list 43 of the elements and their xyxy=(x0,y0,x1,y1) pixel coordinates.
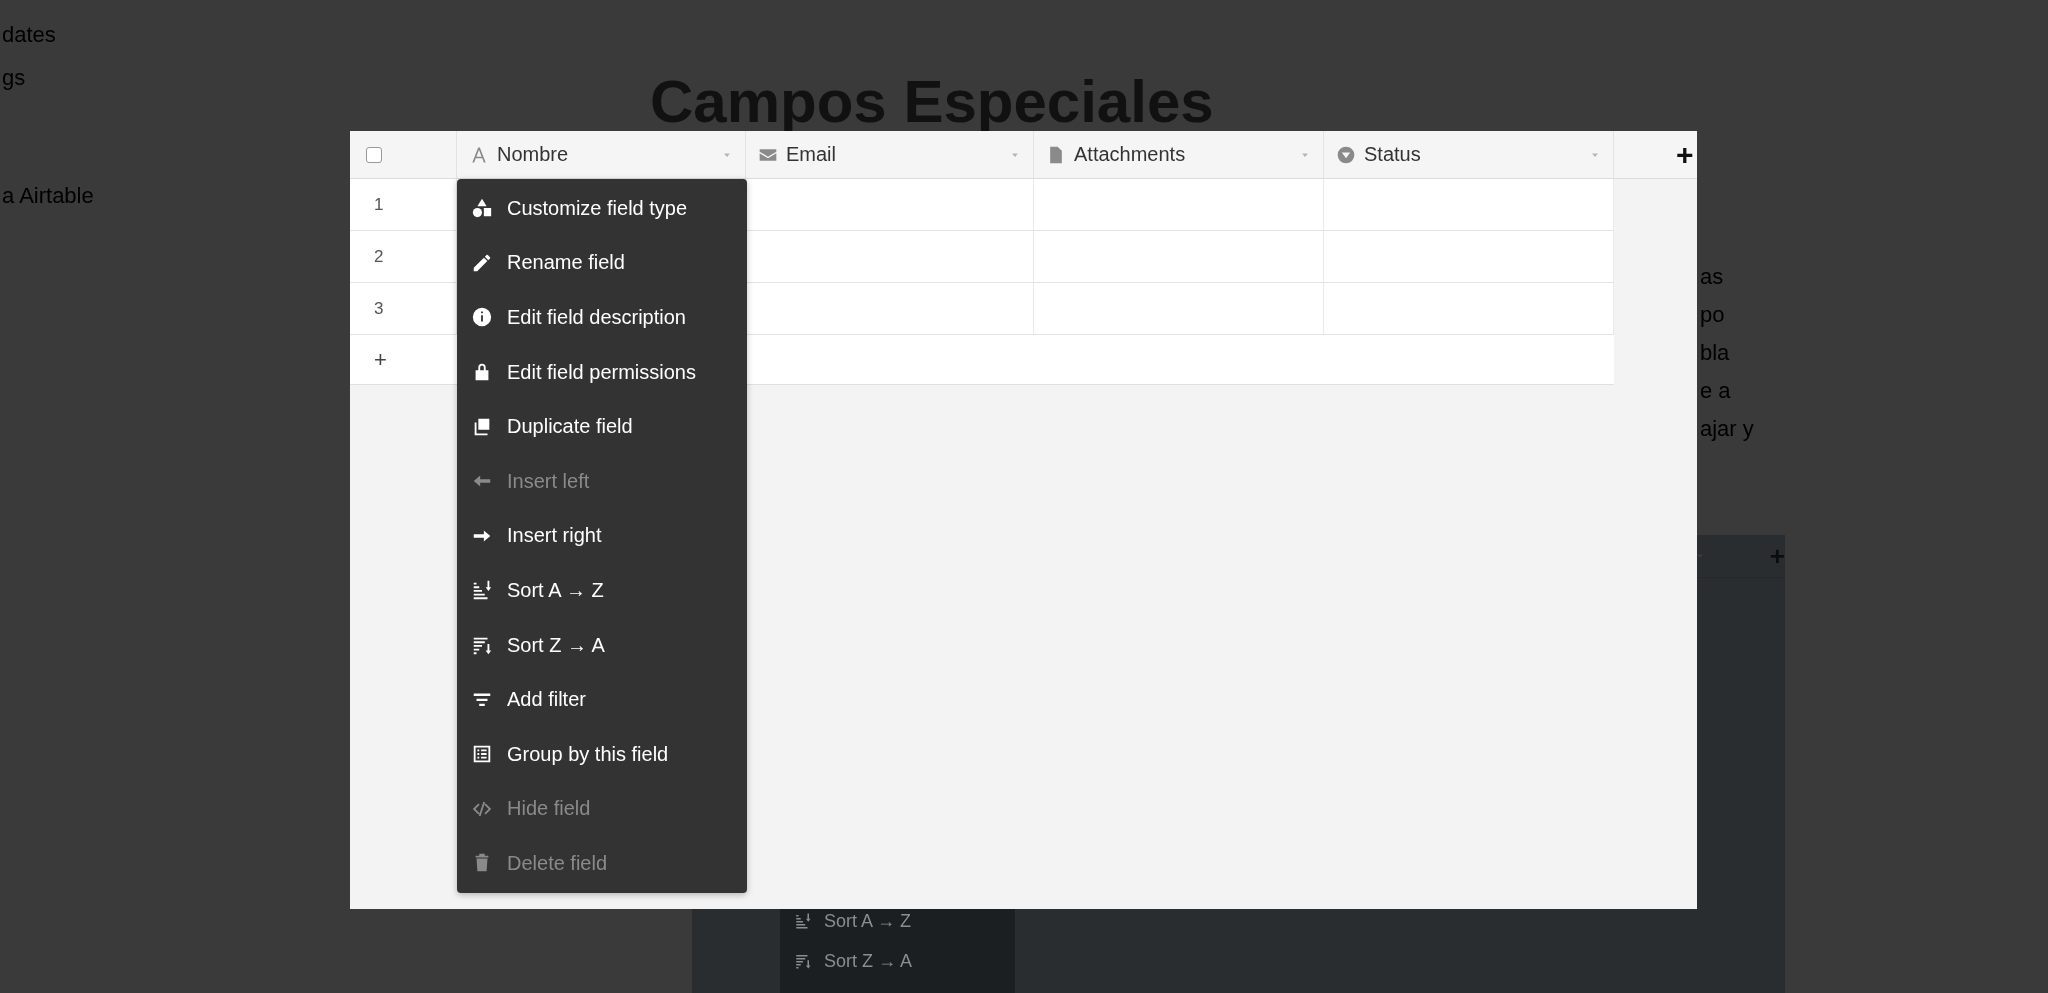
sort-ascending-icon xyxy=(471,579,493,602)
info-icon xyxy=(471,306,493,329)
table-cell[interactable] xyxy=(1034,179,1324,231)
table-cell[interactable] xyxy=(1324,179,1614,231)
row-number: 1 xyxy=(350,179,457,231)
sort-ascending-icon xyxy=(794,912,812,930)
table-cell[interactable] xyxy=(1324,231,1614,283)
paragraph-text: ajar y xyxy=(1700,415,1754,443)
table-cell[interactable] xyxy=(746,179,1034,231)
menu-item[interactable]: Insert right xyxy=(457,508,747,564)
table-cell[interactable] xyxy=(1034,231,1324,283)
row-number: 2 xyxy=(350,231,457,283)
checkbox[interactable] xyxy=(366,146,382,163)
paragraph-text: as xyxy=(1700,263,1724,291)
column-name: Attachments xyxy=(1074,143,1187,166)
table-cell[interactable] xyxy=(1034,283,1324,335)
row-number: 3 xyxy=(350,283,457,335)
menu-item[interactable]: Group by this field xyxy=(457,726,747,782)
column-name: Status xyxy=(1364,143,1422,166)
column-header[interactable]: Nombre xyxy=(457,131,746,179)
column-header[interactable]: Attachments xyxy=(1034,131,1324,179)
column-header[interactable]: Email xyxy=(746,131,1034,179)
menu-item[interactable]: Rename field xyxy=(457,235,747,291)
table-cell[interactable] xyxy=(1324,283,1614,335)
menu-item-text: Sort Z → A xyxy=(824,950,913,972)
menu-item[interactable]: Duplicate field xyxy=(457,399,747,454)
table-cell[interactable] xyxy=(746,231,1034,283)
paragraph-text: po xyxy=(1700,301,1725,329)
sort-descending-icon xyxy=(794,952,812,970)
menu-item-text: Sort A → Z xyxy=(824,910,912,932)
menu-item[interactable]: Add filter xyxy=(457,672,747,727)
menu-item[interactable]: Customize field type xyxy=(457,181,747,236)
column-name: Nombre xyxy=(497,143,570,166)
menu-item[interactable]: Sort A → Z xyxy=(457,563,747,618)
shapes-icon xyxy=(471,197,493,220)
add-column-button[interactable]: + xyxy=(1676,137,1694,172)
table-cell[interactable] xyxy=(746,283,1034,335)
paragraph-text: bla xyxy=(1700,339,1730,367)
paragraph-text: e a xyxy=(1700,377,1731,405)
menu-item[interactable]: Sort Z → A xyxy=(457,617,747,673)
add-column-text: + xyxy=(1769,540,1785,572)
column-header[interactable]: Status xyxy=(1324,131,1614,179)
column-name: Email xyxy=(786,143,837,166)
